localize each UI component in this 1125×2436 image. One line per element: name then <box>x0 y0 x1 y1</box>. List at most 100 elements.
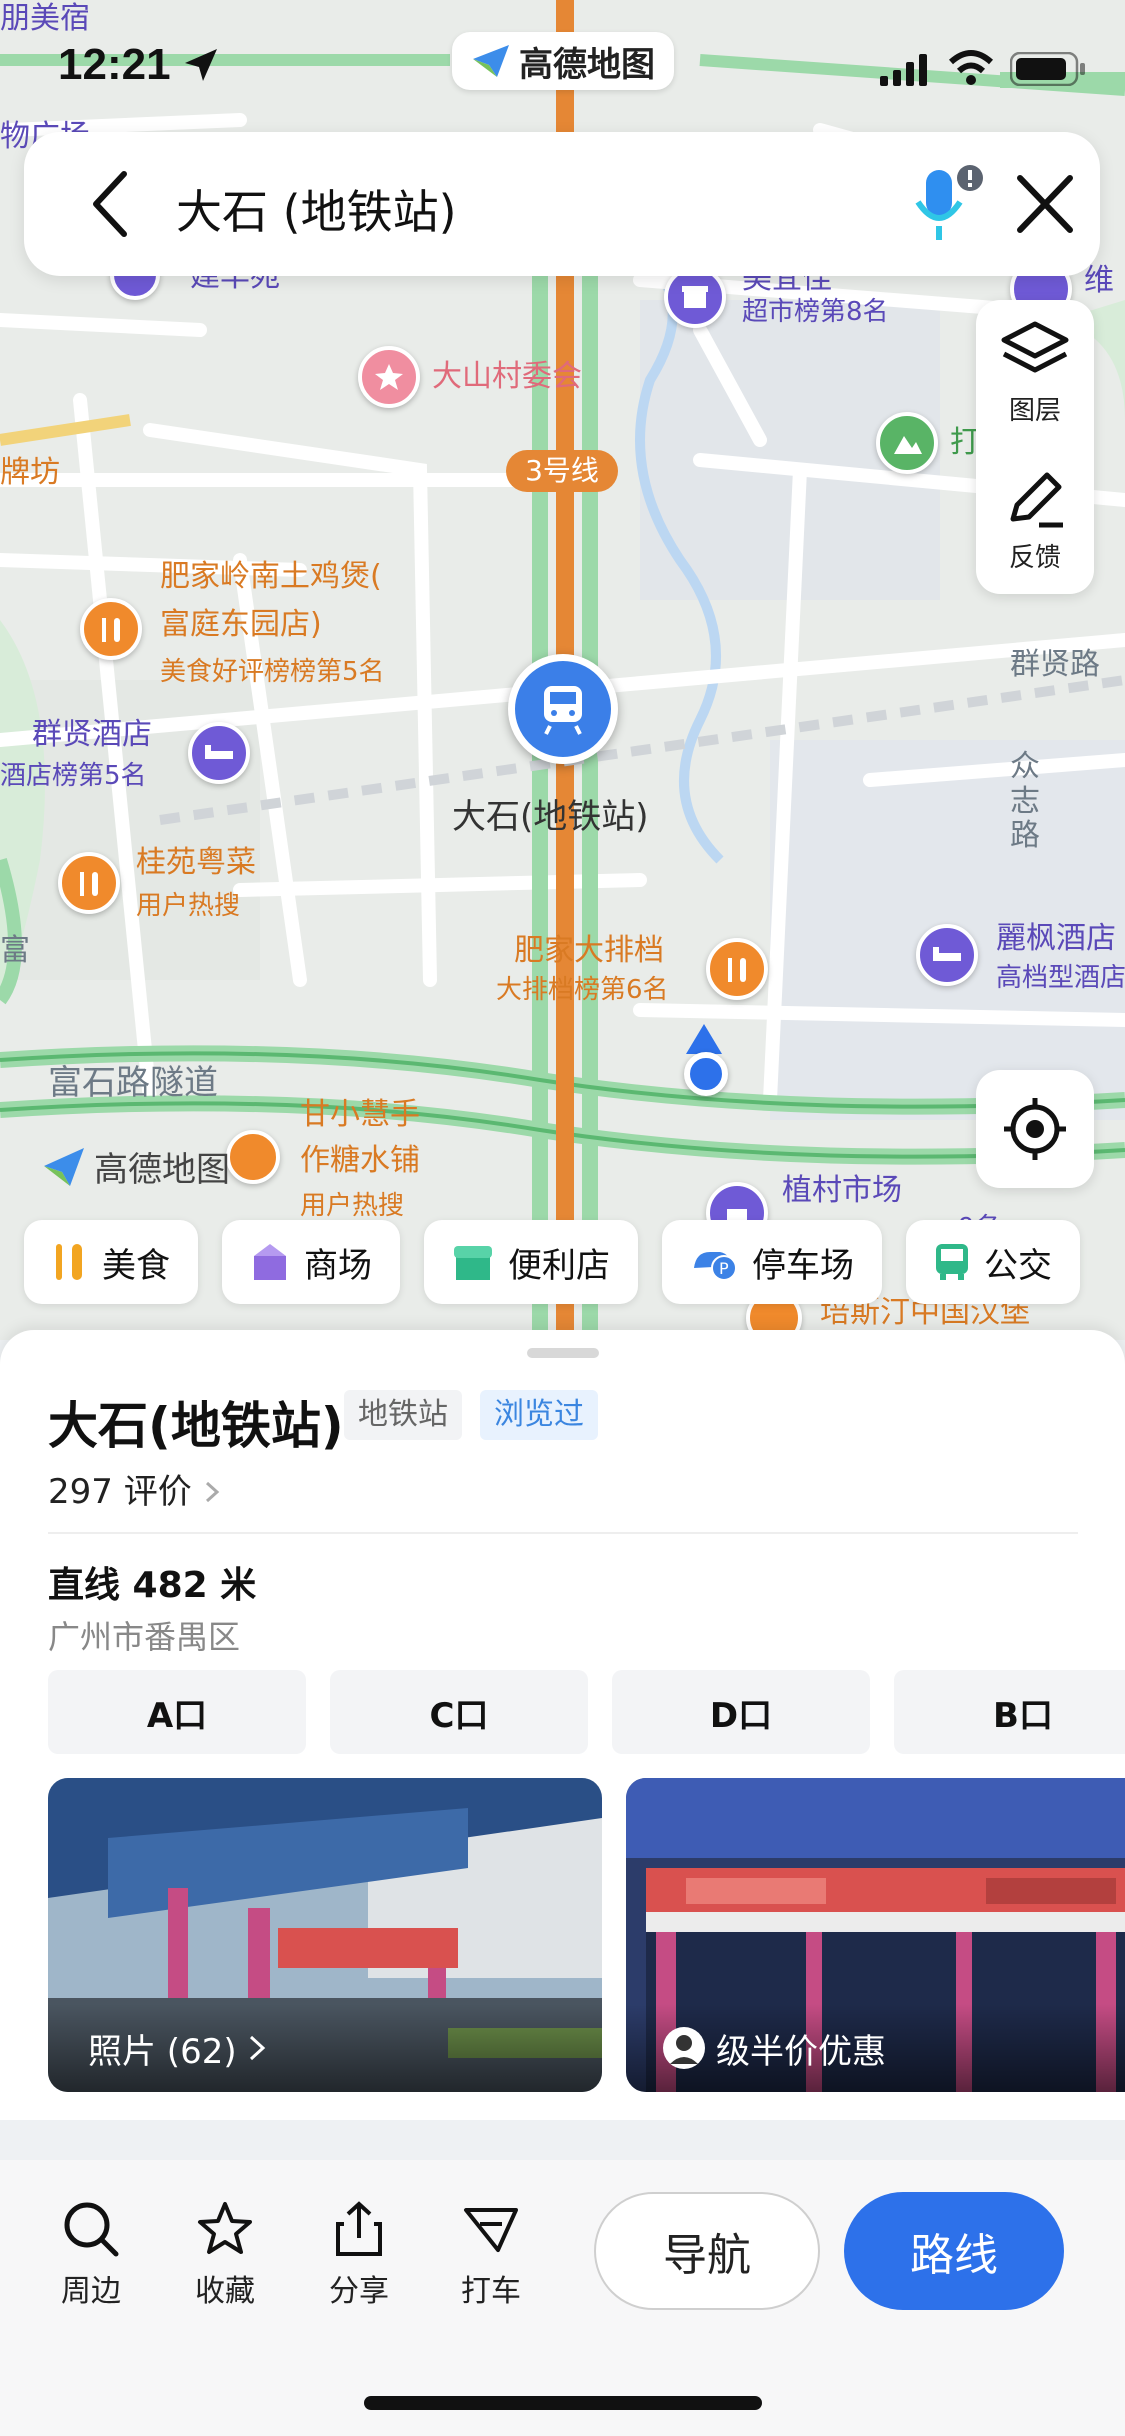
road-label: 群贤路 <box>1010 647 1100 682</box>
map-label-paifang: 牌坊 <box>0 455 60 490</box>
taxi-button[interactable]: 打车 <box>436 2200 546 2310</box>
map-tools-panel: 图层 反馈 <box>976 300 1094 594</box>
map-label-partial: 维 <box>1084 263 1114 298</box>
share-icon <box>336 2201 382 2256</box>
poi-restaurant1-rank: 美食好评榜榜第5名 <box>160 657 385 687</box>
wifi-icon <box>948 50 994 85</box>
photo-card[interactable]: 级半价优惠 <box>626 1778 1125 2092</box>
mountain-pin[interactable] <box>876 412 938 474</box>
parking-icon: P <box>694 1252 737 1281</box>
chip-convenience-store[interactable]: 便利店 <box>424 1220 638 1304</box>
poi-restaurant2-name: 桂苑粤菜 <box>136 845 256 880</box>
station-marker[interactable] <box>508 654 618 764</box>
mall-icon <box>254 1244 286 1280</box>
svg-text:P: P <box>719 1259 729 1278</box>
avatar <box>663 2027 705 2069</box>
poi-restaurant1-name: 肥家岭南土鸡煲( <box>160 559 382 594</box>
divider <box>48 1532 1078 1534</box>
hotel-pin[interactable] <box>188 722 250 784</box>
layers-button[interactable]: 图层 <box>976 300 1094 447</box>
bottom-action-bar: 周边 收藏 分享 打车 导航 路线 <box>0 2160 1125 2436</box>
heading-arrow <box>686 1024 722 1054</box>
route-button[interactable]: 路线 <box>844 2192 1064 2310</box>
subway-line-badge: 3号线 <box>506 450 618 492</box>
taxi-icon <box>464 2208 518 2252</box>
poi-restaurant2-tag: 用户热搜 <box>136 891 241 921</box>
back-icon[interactable] <box>82 166 142 242</box>
exit-button-c[interactable]: C口 <box>330 1670 588 1754</box>
feedback-button[interactable]: 反馈 <box>976 447 1094 594</box>
hotel-pin[interactable] <box>916 924 978 986</box>
fork-knife-icon <box>56 1244 82 1280</box>
photo-card[interactable]: 照片 (62) <box>48 1778 602 2092</box>
road-label-tunnel: 富石路隧道 <box>48 1063 218 1103</box>
layers-icon <box>1001 321 1069 373</box>
store-icon <box>682 286 708 308</box>
restaurant-pin[interactable] <box>58 852 120 914</box>
edit-pencil-icon <box>1010 472 1063 528</box>
exit-button-b[interactable]: B口 <box>894 1670 1125 1754</box>
poi-dessert-name: 甘小慧手 <box>300 1097 420 1132</box>
place-type-tag: 地铁站 <box>344 1390 462 1440</box>
map-watermark: 高德地图 <box>40 1142 230 1191</box>
chevron-right-icon <box>205 1481 219 1503</box>
chip-bus[interactable]: 公交 <box>906 1220 1080 1304</box>
chip-parking[interactable]: P 停车场 <box>662 1220 882 1304</box>
dessert-pin[interactable] <box>226 1130 280 1184</box>
place-detail-sheet[interactable]: 大石(地铁站) 地铁站 浏览过 297 评价 直线 482 米 广州市番禺区 A… <box>0 1330 1125 2120</box>
bed-icon <box>205 745 233 759</box>
chip-food[interactable]: 美食 <box>24 1220 198 1304</box>
cellular-signal-icon <box>880 54 927 86</box>
home-indicator[interactable] <box>364 2396 762 2410</box>
fork-knife-icon <box>80 872 98 896</box>
amap-logo-icon <box>473 45 509 77</box>
fork-knife-icon <box>102 618 120 642</box>
viewed-tag: 浏览过 <box>480 1390 598 1440</box>
amap-logo-icon <box>44 1147 84 1186</box>
poi-village-committee: 大山村委会 <box>432 359 582 394</box>
search-query[interactable]: 大石 (地铁站) <box>176 176 457 242</box>
chip-mall[interactable]: 商场 <box>222 1220 400 1304</box>
restaurant-pin[interactable] <box>80 598 142 660</box>
poi-market-name: 植村市场 <box>782 1173 902 1208</box>
restaurant-pin[interactable] <box>706 938 768 1000</box>
favorite-button[interactable]: 收藏 <box>170 2200 280 2310</box>
user-location-dot <box>684 1052 728 1096</box>
status-bar: 12:21 高德地图 <box>0 0 1125 130</box>
sheet-grabber[interactable] <box>527 1348 599 1358</box>
close-icon[interactable] <box>1010 168 1080 240</box>
distance-text: 直线 482 米 <box>48 1565 257 1606</box>
store-icon <box>454 1246 492 1280</box>
photo-caption: 级半价优惠 <box>626 2004 1125 2092</box>
poi-supermarket-rank: 超市榜第8名 <box>742 297 889 327</box>
search-bar[interactable]: 大石 (地铁站) <box>24 132 1100 276</box>
status-time: 12:21 <box>58 40 219 90</box>
exit-button-d[interactable]: D口 <box>612 1670 870 1754</box>
star-icon <box>375 364 403 390</box>
star-icon <box>198 2202 252 2254</box>
chevron-right-icon <box>249 2035 265 2061</box>
village-committee-pin[interactable] <box>358 346 420 408</box>
layers-label: 图层 <box>1008 396 1061 426</box>
sheet-separator <box>0 2120 1125 2160</box>
amap-badge[interactable]: 高德地图 <box>452 32 674 90</box>
search-icon <box>64 2202 119 2257</box>
poi-dessert-tag: 用户热搜 <box>300 1191 405 1221</box>
voice-search-icon[interactable] <box>912 162 986 248</box>
poi-hotel2-tag: 高档型酒店 <box>996 963 1125 993</box>
poi-hotel1-name: 群贤酒店 <box>32 717 152 752</box>
navigate-button[interactable]: 导航 <box>594 2192 820 2310</box>
district-text: 广州市番禺区 <box>48 1618 241 1656</box>
nearby-button[interactable]: 周边 <box>36 2200 146 2310</box>
exit-button-a[interactable]: A口 <box>48 1670 306 1754</box>
photo-caption: 照片 (62) <box>48 2004 602 2092</box>
share-button[interactable]: 分享 <box>304 2200 414 2310</box>
road-label: 众志路 <box>1010 749 1040 853</box>
station-map-label: 大石(地铁站) <box>452 797 649 837</box>
rating-link[interactable]: 297 评价 <box>48 1464 221 1513</box>
locate-me-button[interactable] <box>976 1070 1094 1188</box>
feedback-label: 反馈 <box>1008 543 1061 573</box>
poi-restaurant1-name: 富庭东园店) <box>160 607 322 642</box>
location-arrow-icon <box>184 49 217 81</box>
poi-restaurant3-rank: 大排档榜第6名 <box>496 975 669 1005</box>
